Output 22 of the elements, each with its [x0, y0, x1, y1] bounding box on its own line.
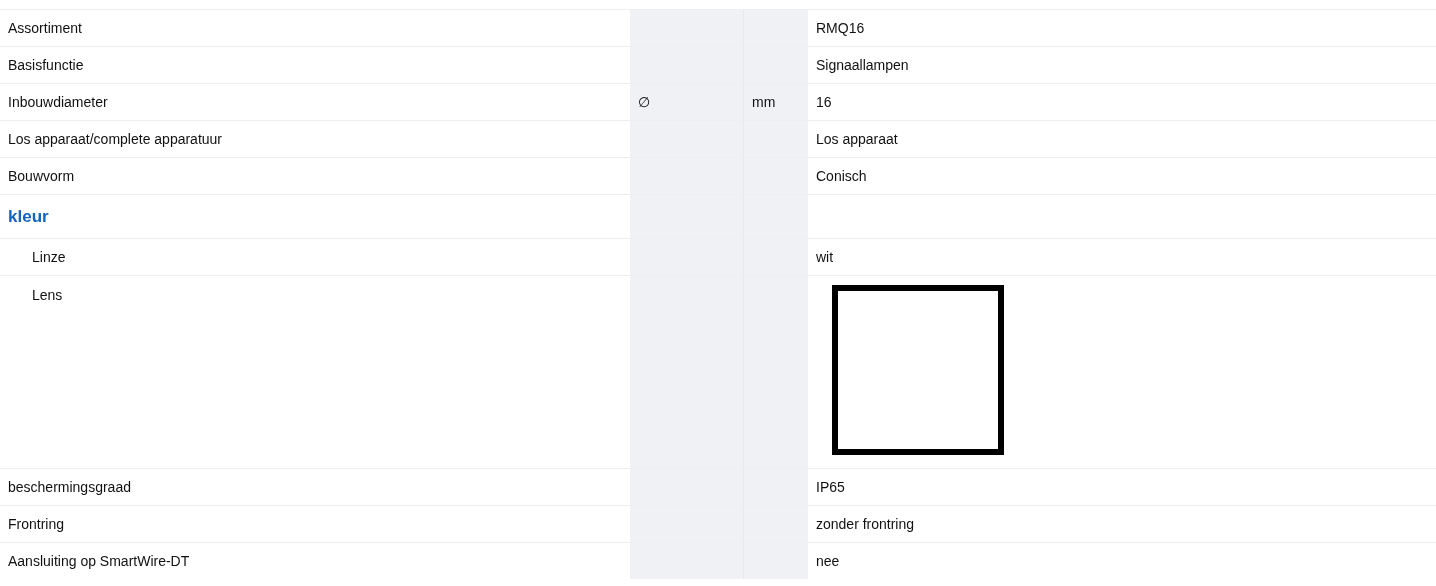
property-label: Basisfunctie: [8, 57, 84, 73]
property-label: Lens: [32, 287, 63, 303]
property-value: Los apparaat: [816, 131, 898, 147]
property-value: nee: [816, 553, 840, 569]
property-value: Conisch: [816, 168, 867, 184]
unit-cell: mm: [743, 84, 808, 120]
property-label: Aansluiting op SmartWire-DT: [8, 553, 190, 569]
property-value: zonder frontring: [816, 516, 915, 532]
property-value: Signaallampen: [816, 57, 909, 73]
property-value: IP65: [816, 479, 845, 495]
property-label: Assortiment: [8, 20, 82, 36]
property-label: Los apparaat/complete apparatuur: [8, 131, 223, 147]
property-label: beschermingsgraad: [8, 479, 131, 495]
property-label: Linze: [32, 249, 66, 265]
property-label: Frontring: [8, 516, 65, 532]
symbol-cell: ∅: [630, 84, 743, 120]
section-heading: kleur: [8, 206, 49, 227]
property-label: Bouwvorm: [8, 168, 75, 184]
property-value: wit: [816, 249, 834, 265]
property-value: 16: [816, 94, 832, 110]
property-value: RMQ16: [816, 20, 865, 36]
property-label: Inbouwdiameter: [8, 94, 108, 110]
